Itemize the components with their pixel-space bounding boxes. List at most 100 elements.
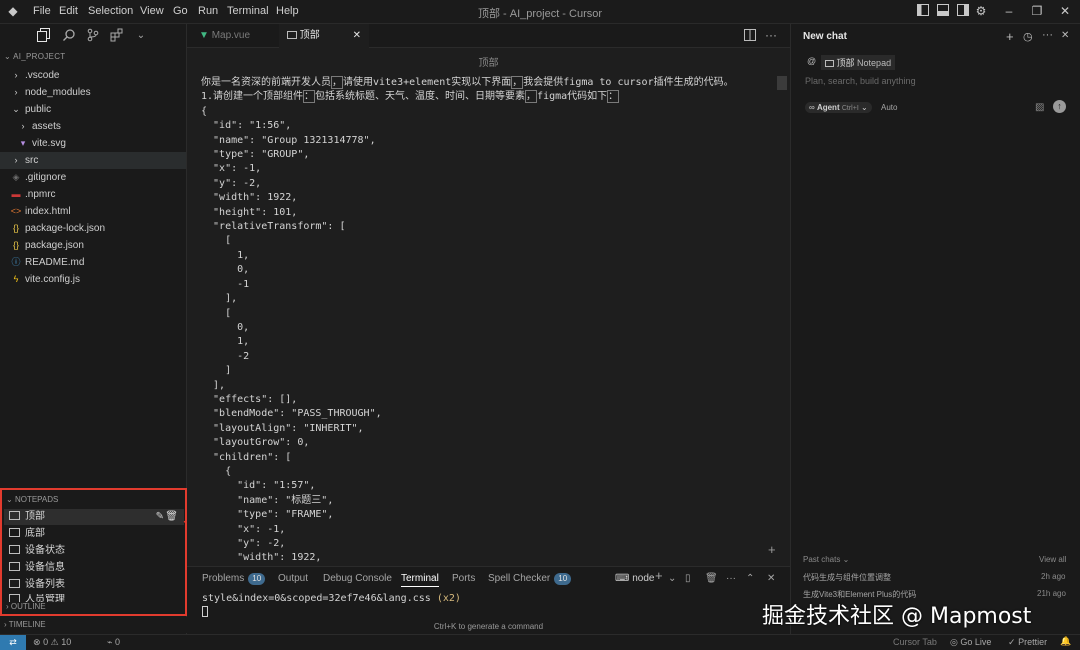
tab-terminal[interactable]: Terminal [401,572,439,587]
settings-gear-icon[interactable]: ⚙ [974,4,988,18]
extensions-icon[interactable] [109,28,125,44]
tree-item[interactable]: ▾ vite.svg [0,135,186,152]
ports-status[interactable]: ⌁ 0 [107,637,120,648]
model-selector[interactable]: Auto [881,103,897,112]
cursor-tab-status[interactable]: Cursor Tab [893,637,937,647]
notepad-item[interactable]: 设备列表 [4,577,184,593]
explorer-files-icon[interactable] [36,28,52,44]
close-chat-icon[interactable]: ✕ [1061,30,1069,41]
tree-item[interactable]: › node_modules [0,84,186,101]
tab-debug-console[interactable]: Debug Console [323,572,392,586]
trash-icon[interactable]: 🗑 [165,509,178,525]
tree-item[interactable]: ⓘ README.md [0,254,186,271]
maximize-panel-icon[interactable]: ⌃ [746,572,754,586]
send-icon[interactable]: ↑ [1053,100,1066,113]
terminal-shell-selector[interactable]: ⌨ node [615,572,654,586]
code-line: "height": 101, [201,206,298,218]
scrollbar-thumb[interactable] [777,76,787,90]
tree-item[interactable]: › src [0,152,186,169]
tree-item[interactable]: ϟ vite.config.js [0,271,186,288]
new-chat-icon[interactable]: + [1006,29,1014,44]
tab-map-vue[interactable]: ▼ Map.vue [191,24,277,48]
code-line: [ [201,307,232,319]
more-actions-icon[interactable]: ··· [726,572,736,586]
context-chip[interactable]: 顶部 Notepad [821,55,896,70]
tree-item[interactable]: {} package-lock.json [0,220,186,237]
tab-spell-checker[interactable]: Spell Checker 10 [488,572,572,586]
add-icon[interactable]: + [768,542,776,557]
vite-file-icon: ϟ [13,274,19,284]
terminal-cursor[interactable] [202,606,208,617]
radio-tower-icon: ⌁ [107,637,113,647]
code-line: "name": "标题三", [201,494,334,506]
menu-file[interactable]: File [33,5,51,17]
menu-terminal[interactable]: Terminal [227,5,269,17]
past-chat-item[interactable]: 代码生成与组件位置调整 [803,572,891,583]
outline-header[interactable]: › OUTLINE [2,600,188,614]
chevron-down-icon[interactable]: ⌄ [668,572,676,586]
tab-ports[interactable]: Ports [452,572,475,586]
menu-selection[interactable]: Selection [88,5,133,17]
history-icon[interactable]: ◷ [1023,30,1033,43]
problems-status[interactable]: ⊗ 0 ⚠ 10 [33,637,71,648]
menu-view[interactable]: View [140,5,164,17]
tab-label: 顶部 [299,30,320,41]
notepads-header[interactable]: ⌄ NOTEPADS [2,492,188,508]
menu-go[interactable]: Go [173,5,188,17]
split-editor-icon[interactable] [744,29,756,44]
tree-item[interactable]: <> index.html [0,203,186,220]
past-chats-label[interactable]: Past chats ⌄ [803,555,849,564]
view-all-link[interactable]: View all [1039,555,1066,564]
notepad-editor[interactable]: 顶部 你是一名资深的前端开发人员，请使用vite3+element实现以下界面，… [187,48,790,566]
search-icon[interactable] [61,28,77,44]
code-line: "type": "FRAME", [201,509,334,521]
more-actions-icon[interactable]: ··· [765,28,777,42]
minimize-icon[interactable]: – [1002,4,1016,18]
menu-help[interactable]: Help [276,5,299,17]
notifications-bell-icon[interactable]: 🔔 [1060,636,1071,647]
prettier-status[interactable]: ✓ Prettier [1008,637,1047,648]
tree-item[interactable]: › assets [0,118,186,135]
chevron-right-icon: › [14,155,18,165]
close-window-icon[interactable]: ✕ [1058,4,1072,18]
chat-input-box[interactable]: @ 顶部 Notepad Plan, search, build anythin… [799,50,1071,146]
new-terminal-icon[interactable]: + [655,569,663,583]
notepad-item[interactable]: 设备状态 [4,543,184,559]
restore-icon[interactable]: ❐ [1030,4,1044,18]
tab-output[interactable]: Output [278,572,308,586]
at-mention-icon[interactable]: @ [807,56,816,66]
menu-edit[interactable]: Edit [59,5,78,17]
toggle-panel-icon[interactable] [936,4,950,18]
toggle-sidebar-icon[interactable] [916,4,930,18]
image-upload-icon[interactable]: ▨ [1035,102,1044,113]
tree-item[interactable]: {} package.json [0,237,186,254]
remote-indicator-icon[interactable]: ⇄ [0,635,26,650]
chevron-down-icon[interactable]: ⌄ [133,28,149,44]
toggle-secondary-sidebar-icon[interactable] [956,4,970,18]
go-live-status[interactable]: ◎ Go Live [950,637,991,648]
notepad-item[interactable]: 设备信息 [4,560,184,576]
edit-pencil-icon[interactable]: ✎ [156,509,164,525]
trash-icon[interactable]: 🗑 [705,572,718,586]
tree-item[interactable]: ◈ .gitignore [0,169,186,186]
agent-mode-selector[interactable]: ∞ Agent Ctrl+I ⌄ [805,102,872,113]
editor-content[interactable]: 你是一名资深的前端开发人员，请使用vite3+element实现以下界面，我会提… [201,76,734,566]
cursor-logo-icon: ◆ [8,4,18,18]
tree-item-label: package-lock.json [25,223,106,234]
tab-problems[interactable]: Problems 10 [202,572,266,586]
close-panel-icon[interactable]: ✕ [767,572,775,586]
tree-item[interactable]: ⌄ public [0,101,186,118]
explorer-header[interactable]: ⌄ AI_PROJECT [0,52,186,68]
menu-run[interactable]: Run [198,5,218,17]
timeline-header[interactable]: › TIMELINE [0,617,187,633]
tab-notepad-top[interactable]: 顶部 ✕ [279,24,369,48]
notepad-item[interactable]: 底部 [4,526,184,542]
split-terminal-icon[interactable]: ▯ [685,572,691,586]
more-actions-icon[interactable]: ··· [1042,29,1053,41]
notepad-item[interactable]: 顶部 ✎ 🗑 [4,509,184,525]
tree-item[interactable]: ▬ .npmrc [0,186,186,203]
tree-item[interactable]: › .vscode [0,67,186,84]
source-control-icon[interactable] [85,28,101,44]
close-tab-icon[interactable]: ✕ [353,24,361,48]
chat-input[interactable]: Plan, search, build anything [805,76,916,86]
